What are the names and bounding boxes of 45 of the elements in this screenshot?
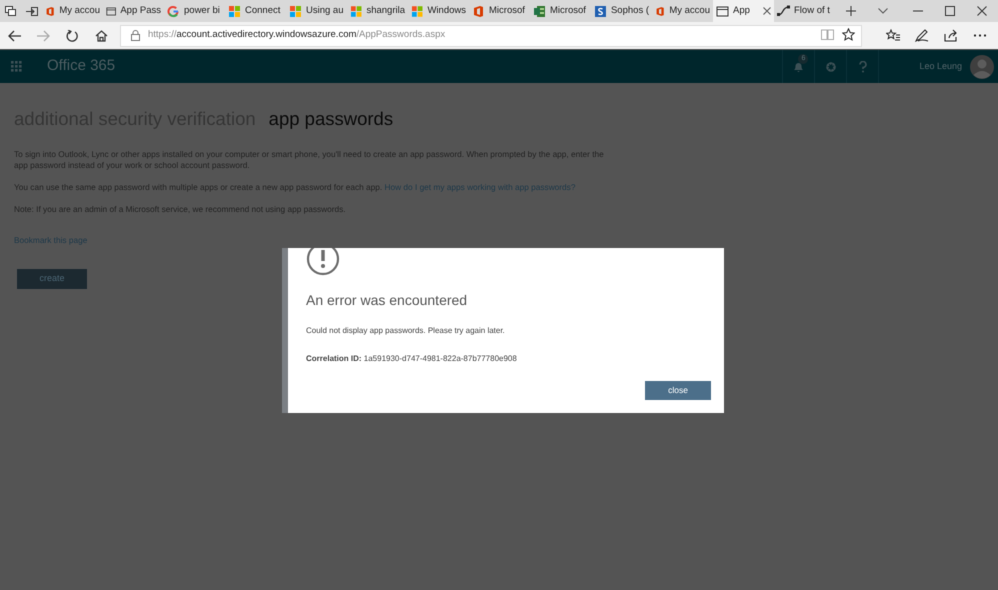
- bell-icon: [793, 60, 804, 72]
- refresh-icon: [66, 30, 80, 42]
- stacked-windows-icon: [5, 6, 16, 16]
- dialog-title: An error was encountered: [306, 292, 468, 309]
- arrow-into-box-icon: [26, 6, 38, 16]
- star-icon: [842, 28, 855, 42]
- grid-icon: [11, 61, 22, 72]
- browser-page-icon: [716, 4, 729, 18]
- windows-logo-icon: [411, 4, 424, 18]
- avatar-icon: [970, 54, 994, 78]
- forward-arrow-icon: [36, 30, 50, 42]
- settings-icon: [824, 60, 837, 72]
- help-icon: [858, 60, 867, 72]
- windows-logo-icon: [289, 4, 302, 18]
- spreadsheet-icon: [533, 4, 546, 18]
- back-arrow-icon: [8, 30, 22, 42]
- office-logo-icon: [655, 4, 666, 18]
- open-book-icon: [821, 29, 834, 40]
- browser-tab[interactable]: App: [713, 0, 774, 22]
- correlation-id: Correlation ID: 1a591930-d747-4981-822a-87b77780e908: [306, 352, 518, 365]
- maximize-icon: [945, 6, 955, 16]
- plus-icon: [846, 6, 856, 16]
- chevron-down-icon: [878, 8, 888, 14]
- windows-logo-icon: [228, 4, 241, 18]
- favorite-button[interactable]: [842, 28, 855, 43]
- home-icon: [94, 30, 108, 42]
- close-button[interactable]: close: [645, 381, 711, 400]
- office-logo-icon: [472, 4, 485, 18]
- url-text: https://account.activedirectory.windowsazure.com/AppPasswords.aspx: [148, 28, 446, 42]
- office-logo-icon: [45, 4, 56, 18]
- share-icon: [944, 29, 958, 42]
- browser-page-icon: [106, 4, 116, 18]
- app-logo-icon: [594, 4, 607, 18]
- windows-logo-icon: [350, 4, 362, 18]
- flow-line-icon: [777, 4, 790, 18]
- star-list-icon: [886, 29, 900, 42]
- close-icon[interactable]: [763, 7, 771, 15]
- app-title: Office 365: [47, 56, 116, 76]
- user-name: Leo Leung: [919, 60, 962, 73]
- pen-icon: [914, 29, 928, 42]
- lock-icon: [131, 30, 140, 41]
- error-message: Could not display app passwords. Please try again later.: [306, 324, 506, 337]
- address-bar[interactable]: https://account.activedirectory.windowsazure.com/AppPasswords.aspx: [120, 24, 862, 46]
- close-icon: [977, 6, 987, 16]
- google-logo-icon: [167, 4, 180, 18]
